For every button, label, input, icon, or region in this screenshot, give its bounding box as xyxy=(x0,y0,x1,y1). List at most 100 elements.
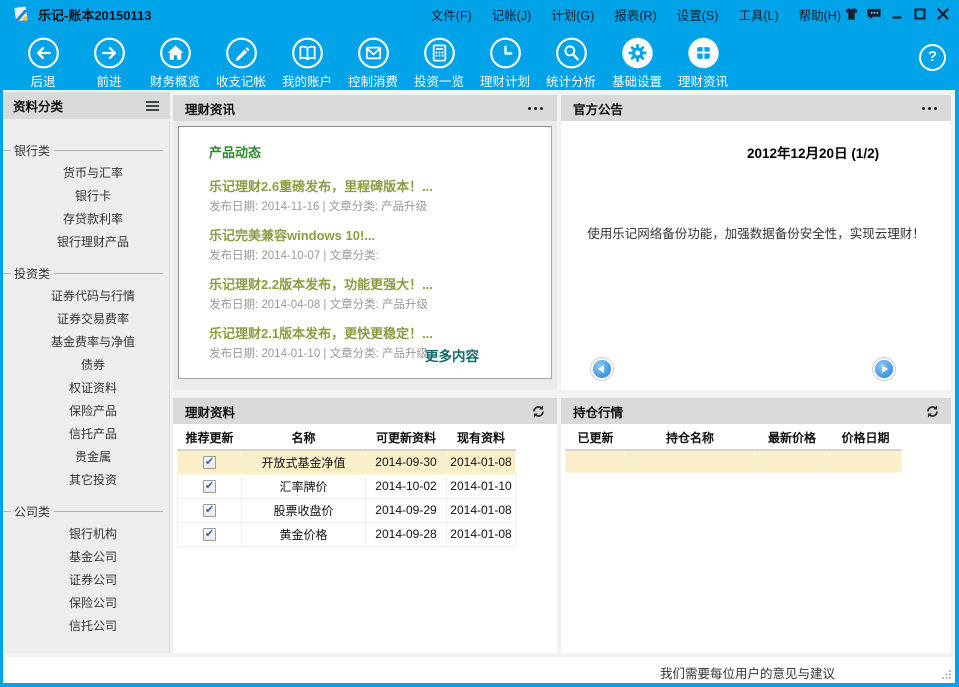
minimize-icon[interactable] xyxy=(889,6,905,22)
tool-settings[interactable]: 基础设置 xyxy=(604,28,670,90)
news-link[interactable]: 乐记完美兼容windows 10!... xyxy=(209,227,535,244)
chat-icon[interactable] xyxy=(866,6,882,22)
statusbar: 我们需要每位用户的意见与建议 xyxy=(3,657,955,683)
table-row[interactable]: ✔ 开放式基金净值 2014-09-30 2014-01-08 xyxy=(178,450,516,474)
sidebar-item-bank-cards[interactable]: 银行卡 xyxy=(3,185,169,208)
menu-plan[interactable]: 计划(G) xyxy=(541,5,604,24)
prev-arrow-icon[interactable] xyxy=(593,360,611,378)
news-panel: 理财资讯 产品动态 乐记理财2.6重磅发布，里程碑版本！... 发布日期: 20… xyxy=(173,95,557,390)
sidebar-item-bank-products[interactable]: 银行理财产品 xyxy=(3,231,169,254)
sidebar-item-securities-companies[interactable]: 证券公司 xyxy=(3,569,169,592)
sidebar-item-trust-companies[interactable]: 信托公司 xyxy=(3,615,169,638)
tool-bookkeeping[interactable]: 收支记帐 xyxy=(208,28,274,90)
tool-label: 前进 xyxy=(96,71,121,90)
sidebar-item-fund-companies[interactable]: 基金公司 xyxy=(3,546,169,569)
tool-stats[interactable]: 统计分析 xyxy=(538,28,604,90)
menu-file[interactable]: 文件(F) xyxy=(421,5,482,24)
calculator-icon xyxy=(421,36,458,70)
hamburger-icon[interactable] xyxy=(146,101,159,111)
tool-accounts[interactable]: 我的账户 xyxy=(274,28,340,90)
shirt-icon[interactable] xyxy=(843,6,859,22)
app-window: 乐记-账本20150113 文件(F) 记帐(J) 计划(G) 报表(R) 设置… xyxy=(0,0,959,687)
news-meta: 发布日期: 2014-01-10 | 文章分类: 产品升级 xyxy=(209,345,535,361)
tool-label: 财务概览 xyxy=(150,71,200,90)
sidebar-item-currency-rates[interactable]: 货币与汇率 xyxy=(3,162,169,185)
menu-help[interactable]: 帮助(H) xyxy=(789,5,851,24)
main-area: 资料分类 银行类 货币与汇率 银行卡 存贷款利率 银行理财产品 投资类 证券代码… xyxy=(3,90,955,657)
sidebar-item-precious-metals[interactable]: 贵金属 xyxy=(3,446,169,469)
sidebar-item-fund-fees[interactable]: 基金费率与净值 xyxy=(3,331,169,354)
sidebar-group-investments: 投资类 xyxy=(3,265,169,282)
news-link[interactable]: 乐记理财2.2版本发布，功能更强大！... xyxy=(209,276,535,293)
menu-bookkeeping[interactable]: 记帐(J) xyxy=(482,5,542,24)
tool-spending[interactable]: 控制消费 xyxy=(340,28,406,90)
sidebar-item-security-codes[interactable]: 证券代码与行情 xyxy=(3,285,169,308)
financial-data-title: 理财资料 xyxy=(185,402,235,421)
table-row[interactable]: ✔ 股票收盘价 2014-09-29 2014-01-08 xyxy=(178,498,516,522)
announcement-panel-header: 官方公告 xyxy=(561,95,951,121)
forward-icon xyxy=(91,36,128,70)
sidebar-header: 资料分类 xyxy=(3,92,169,119)
maximize-icon[interactable] xyxy=(912,6,928,22)
tool-investments[interactable]: 投资一览 xyxy=(406,28,472,90)
table-header-row: 已更新 持仓名称 最新价格 价格日期 xyxy=(566,426,902,450)
sidebar-item-bank-institutions[interactable]: 银行机构 xyxy=(3,523,169,546)
announcement-message: 使用乐记网络备份功能，加强数据备份安全性，实现云理财！ xyxy=(585,223,927,242)
table-row[interactable]: ✔ 汇率牌价 2014-10-02 2014-01-10 xyxy=(178,474,516,498)
sidebar-title: 资料分类 xyxy=(13,96,63,115)
tool-label: 基础设置 xyxy=(612,71,662,90)
magnifier-icon xyxy=(553,36,590,70)
tool-label: 控制消费 xyxy=(348,71,398,90)
help-icon[interactable]: ? xyxy=(919,44,946,71)
checkbox[interactable]: ✔ xyxy=(203,456,216,469)
news-item: 乐记理财2.6重磅发布，里程碑版本！... 发布日期: 2014-11-16 |… xyxy=(209,178,535,214)
sidebar-item-trading-fees[interactable]: 证券交易费率 xyxy=(3,308,169,331)
tool-forward[interactable]: 前进 xyxy=(76,28,142,90)
sidebar-item-insurance-companies[interactable]: 保险公司 xyxy=(3,592,169,615)
col-header: 已更新 xyxy=(566,426,626,450)
next-arrow-icon[interactable] xyxy=(875,360,893,378)
tool-overview[interactable]: 财务概览 xyxy=(142,28,208,90)
sidebar-item-bonds[interactable]: 债券 xyxy=(3,354,169,377)
news-content-box: 产品动态 乐记理财2.6重磅发布，里程碑版本！... 发布日期: 2014-11… xyxy=(178,126,552,379)
holdings-panel: 持仓行情 已更新 持仓名称 最新价格 价格日期 xyxy=(561,398,951,653)
col-header: 最新价格 xyxy=(755,426,830,450)
table-row-empty[interactable] xyxy=(566,450,902,472)
col-header: 推荐更新 xyxy=(178,426,242,450)
holdings-header: 持仓行情 xyxy=(561,398,951,424)
financial-data-table: 推荐更新 名称 可更新资料 现有资料 ✔ 开放式基金净值 2014-09-30 … xyxy=(177,426,516,547)
more-content-link[interactable]: 更多内容 xyxy=(425,345,479,365)
tool-back[interactable]: 后退 xyxy=(10,28,76,90)
pencil-icon xyxy=(223,36,260,70)
refresh-icon[interactable] xyxy=(926,405,939,418)
news-link[interactable]: 乐记理财2.6重磅发布，里程碑版本！... xyxy=(209,178,535,195)
ellipsis-icon[interactable] xyxy=(526,103,545,114)
tool-label: 我的账户 xyxy=(282,71,332,90)
sidebar-group-banks: 银行类 xyxy=(3,142,169,159)
tool-label: 收支记帐 xyxy=(216,71,266,90)
ellipsis-icon[interactable] xyxy=(920,103,939,114)
table-row[interactable]: ✔ 黄金价格 2014-09-28 2014-01-08 xyxy=(178,522,516,546)
news-link[interactable]: 乐记理财2.1版本发布，更快更稳定！... xyxy=(209,325,535,342)
close-icon[interactable] xyxy=(935,6,951,22)
menu-tools[interactable]: 工具(L) xyxy=(728,5,788,24)
clock-icon xyxy=(487,36,524,70)
sidebar-item-trust-products[interactable]: 信托产品 xyxy=(3,423,169,446)
menu-report[interactable]: 报表(R) xyxy=(604,5,666,24)
refresh-icon[interactable] xyxy=(532,405,545,418)
table-header-row: 推荐更新 名称 可更新资料 现有资料 xyxy=(178,426,516,450)
grip-icon[interactable] xyxy=(941,669,952,680)
checkbox[interactable]: ✔ xyxy=(203,528,216,541)
checkbox[interactable]: ✔ xyxy=(203,480,216,493)
sidebar-item-other-investments[interactable]: 其它投资 xyxy=(3,469,169,492)
tool-news[interactable]: 理财资讯 xyxy=(670,28,736,90)
toolbar: 后退 前进 财务概览 收支记帐 我的账户 控制消费 投资一览 理财计划 xyxy=(0,28,959,90)
status-message: 我们需要每位用户的意见与建议 xyxy=(660,663,835,682)
checkbox[interactable]: ✔ xyxy=(203,504,216,517)
sidebar-item-deposit-loan-rates[interactable]: 存贷款利率 xyxy=(3,208,169,231)
sidebar-item-warrants[interactable]: 权证资料 xyxy=(3,377,169,400)
tool-plan[interactable]: 理财计划 xyxy=(472,28,538,90)
sidebar-item-insurance-products[interactable]: 保险产品 xyxy=(3,400,169,423)
menu-settings[interactable]: 设置(S) xyxy=(667,5,729,24)
news-meta: 发布日期: 2014-04-08 | 文章分类: 产品升级 xyxy=(209,296,535,312)
